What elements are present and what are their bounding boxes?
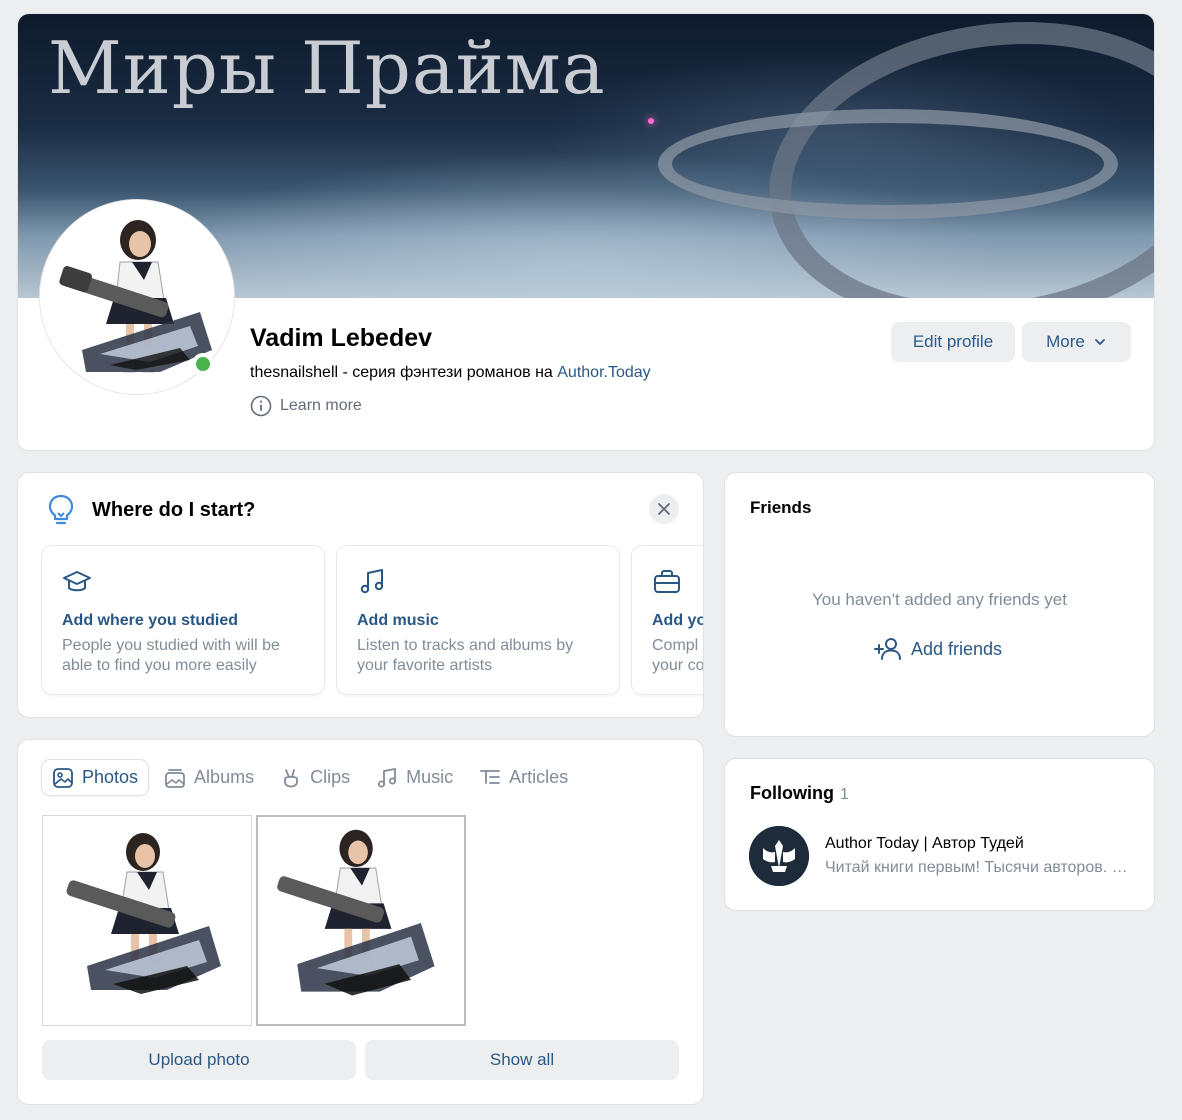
- show-all-label: Show all: [489, 1050, 555, 1069]
- photo-thumbnail[interactable]: [42, 815, 252, 1026]
- music-note-icon: [360, 569, 384, 594]
- friends-card: Friends You haven't added any friends ye…: [724, 472, 1155, 737]
- cover-ring-decoration: [658, 109, 1118, 219]
- chevron-down-icon: [1094, 339, 1105, 345]
- profile-name: Vadim Lebedev: [250, 324, 433, 352]
- tab-label: Music: [406, 767, 454, 787]
- tip-title: Add yo: [652, 612, 704, 629]
- tab-label: Photos: [82, 767, 139, 787]
- online-indicator: [192, 353, 214, 375]
- photo-icon: [53, 767, 73, 788]
- profile-status-link[interactable]: Author.Today: [557, 364, 650, 381]
- tip-add-education[interactable]: Add where you studied People you studied…: [42, 546, 324, 694]
- photo-image: [43, 816, 251, 1025]
- profile-status-text: thesnailshell - серия фэнтези романов на: [250, 364, 558, 381]
- friends-empty-text: You haven't added any friends yet: [812, 590, 1067, 609]
- onboarding-card: Where do I start? Add where you studied …: [17, 472, 704, 718]
- following-count: 1: [839, 786, 849, 803]
- tab-photos[interactable]: Photos: [42, 760, 149, 795]
- tab-music[interactable]: Music: [366, 760, 463, 795]
- photo-thumbnail[interactable]: [256, 815, 466, 1026]
- edit-profile-label: Edit profile: [912, 332, 994, 351]
- media-card: Photos Albums Clips Music Articles Uploa…: [17, 739, 704, 1105]
- tip-add-work[interactable]: Add yo Compl your co: [632, 546, 704, 694]
- show-all-button[interactable]: Show all: [365, 1040, 679, 1080]
- close-button[interactable]: [649, 494, 679, 524]
- tab-label: Articles: [509, 767, 569, 787]
- more-button[interactable]: More: [1022, 322, 1131, 362]
- add-user-icon: [874, 638, 901, 660]
- following-title-label: Following: [750, 783, 834, 803]
- more-label: More: [1046, 332, 1085, 351]
- author-today-logo-icon: [749, 826, 809, 886]
- profile-header-card: Миры Прайма Vadim Lebedev thesnailshell …: [17, 13, 1155, 451]
- tab-label: Clips: [310, 767, 351, 787]
- music-icon: [378, 767, 397, 787]
- photo-image: [258, 817, 464, 1024]
- upload-photo-label: Upload photo: [148, 1050, 250, 1069]
- albums-icon: [165, 768, 185, 788]
- tab-label: Albums: [194, 767, 255, 787]
- info-icon: [250, 395, 272, 417]
- learn-more-link[interactable]: Learn more: [250, 395, 362, 417]
- tab-clips[interactable]: Clips: [270, 760, 360, 795]
- following-card: Following 1 Author Today | Автор Тудей Чи…: [724, 758, 1155, 911]
- following-avatar[interactable]: [749, 826, 809, 886]
- upload-photo-button[interactable]: Upload photo: [42, 1040, 356, 1080]
- tip-title: Add where you studied: [62, 612, 239, 629]
- close-icon: [658, 503, 670, 515]
- tip-description: People you studied with will be able to …: [62, 637, 280, 674]
- media-tabs: Photos Albums Clips Music Articles: [42, 760, 578, 795]
- tip-description: Listen to tracks and albums by your favo…: [357, 637, 574, 674]
- following-item-name[interactable]: Author Today | Автор Тудей: [825, 835, 1024, 853]
- tip-add-music[interactable]: Add music Listen to tracks and albums by…: [337, 546, 619, 694]
- onboarding-title: Where do I start?: [92, 499, 256, 521]
- cover-title: Миры Прайма: [48, 26, 606, 110]
- edit-profile-button[interactable]: Edit profile: [891, 322, 1015, 362]
- friends-title[interactable]: Friends: [750, 498, 811, 518]
- add-friends-label: Add friends: [911, 638, 1003, 659]
- learn-more-label: Learn more: [280, 397, 362, 414]
- following-item-description: Читай книги первым! Тысячи авторов. Сотн…: [825, 859, 1135, 876]
- articles-icon: [480, 769, 501, 784]
- briefcase-icon: [654, 570, 680, 593]
- tip-title: Add music: [357, 612, 439, 629]
- tab-articles[interactable]: Articles: [469, 760, 578, 795]
- cover-star-decoration: [648, 118, 654, 124]
- add-friends-button[interactable]: Add friends: [873, 637, 1002, 661]
- following-title[interactable]: Following 1: [750, 783, 849, 804]
- profile-status: thesnailshell - серия фэнтези романов на…: [250, 364, 651, 382]
- graduation-cap-icon: [63, 571, 91, 592]
- tip-description: Compl your co: [652, 637, 704, 674]
- tab-albums[interactable]: Albums: [154, 760, 264, 795]
- lightbulb-icon: [48, 494, 74, 525]
- clips-icon: [284, 768, 298, 787]
